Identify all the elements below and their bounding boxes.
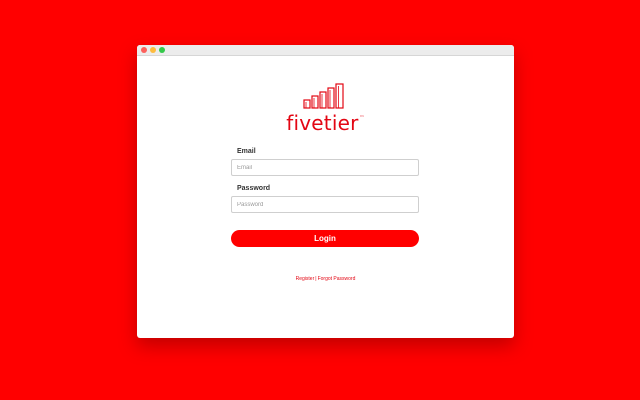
- maximize-window-button[interactable]: [159, 47, 165, 53]
- register-link[interactable]: Register: [296, 276, 315, 282]
- close-window-button[interactable]: [141, 47, 147, 53]
- link-separator: |: [315, 276, 317, 282]
- forgot-password-link[interactable]: Forgot Password: [318, 276, 356, 282]
- brand-logo-text: fivetier™: [137, 111, 514, 135]
- password-field[interactable]: [231, 196, 419, 213]
- email-label: Email: [237, 148, 256, 155]
- browser-window: fivetier™ Email Password Login Register|…: [137, 45, 514, 338]
- minimize-window-button[interactable]: [150, 47, 156, 53]
- auth-links: Register|Forgot Password: [137, 276, 514, 282]
- window-titlebar: [137, 45, 514, 56]
- password-label: Password: [237, 185, 271, 192]
- brand-name: fivetier: [286, 111, 359, 135]
- trademark-symbol: ™: [359, 115, 365, 121]
- email-field[interactable]: [231, 159, 419, 176]
- fivetier-logo-icon: [303, 83, 344, 109]
- login-button[interactable]: Login: [231, 230, 419, 247]
